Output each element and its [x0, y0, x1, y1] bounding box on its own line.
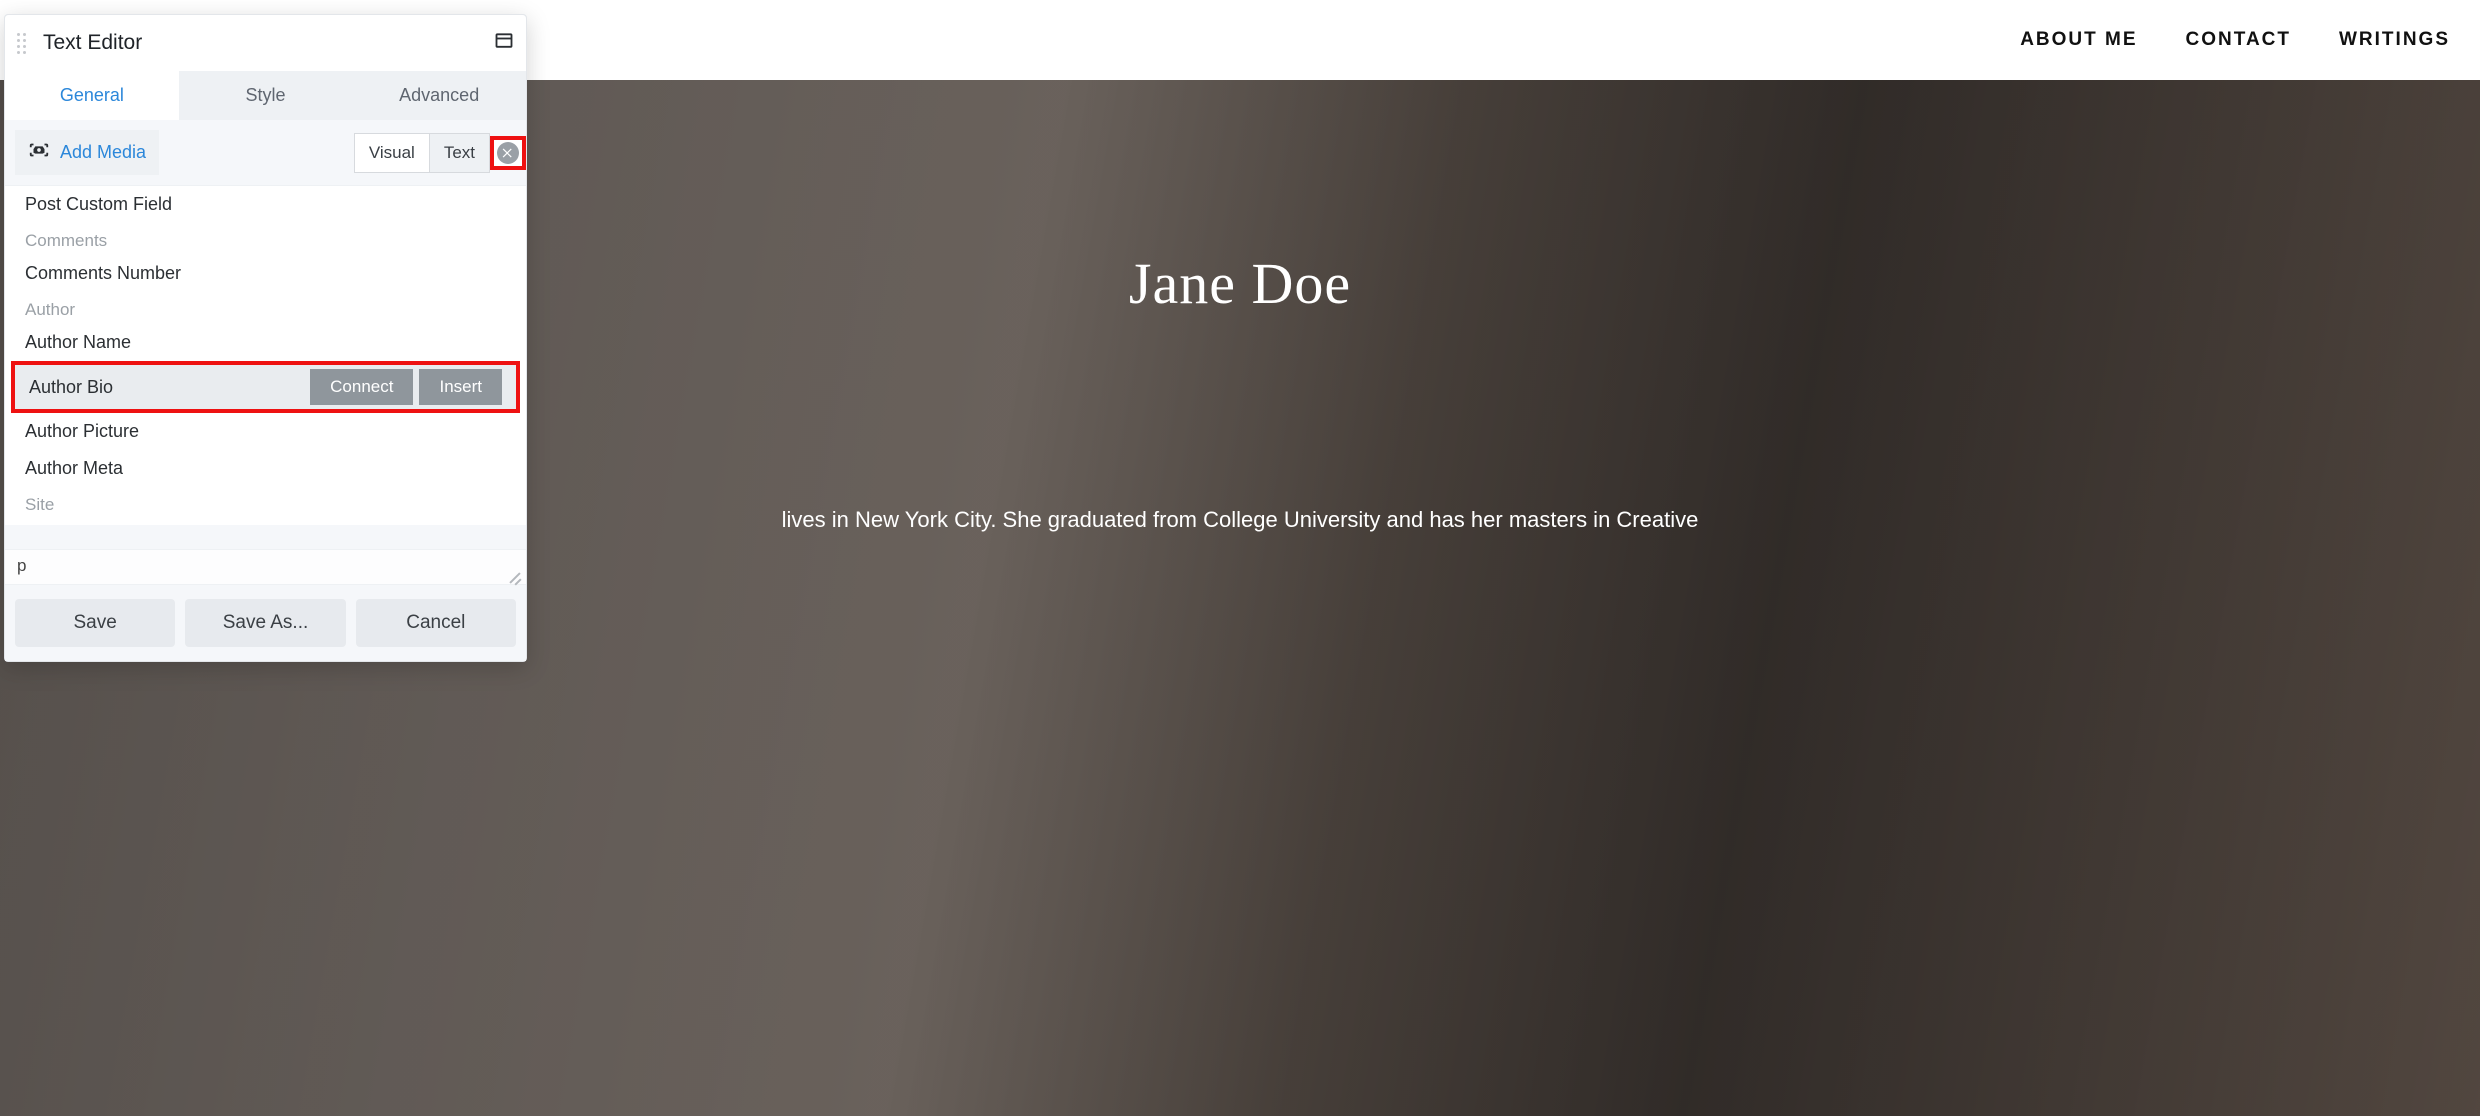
- add-media-label: Add Media: [60, 142, 146, 163]
- tab-advanced[interactable]: Advanced: [352, 71, 526, 120]
- editor-title: Text Editor: [39, 31, 484, 55]
- editor-header[interactable]: Text Editor: [5, 15, 526, 71]
- nav-writings[interactable]: WRITINGS: [2339, 29, 2450, 51]
- save-as-button[interactable]: Save As...: [185, 599, 345, 647]
- hero-title: Jane Doe: [1129, 250, 1351, 317]
- mode-visual-button[interactable]: Visual: [354, 133, 429, 173]
- cancel-button[interactable]: Cancel: [356, 599, 516, 647]
- tab-style[interactable]: Style: [179, 71, 353, 120]
- tab-general[interactable]: General: [5, 71, 179, 120]
- dd-item-comments-number[interactable]: Comments Number: [5, 255, 526, 292]
- editor-element-path[interactable]: p: [17, 556, 26, 575]
- dd-group-site: Site: [5, 487, 526, 519]
- add-media-button[interactable]: Add Media: [15, 130, 159, 175]
- dynamic-content-dropdown: Post Custom Field Comments Comments Numb…: [5, 185, 526, 525]
- insert-button[interactable]: Insert: [419, 369, 502, 405]
- dd-item-actions: Connect Insert: [310, 369, 502, 405]
- save-button[interactable]: Save: [15, 599, 175, 647]
- primary-nav: ABOUT ME CONTACT WRITINGS: [2020, 29, 2450, 51]
- editor-footer: Save Save As... Cancel: [5, 584, 526, 661]
- text-editor-panel: Text Editor General Style Advanced Add M…: [4, 14, 527, 662]
- connect-button[interactable]: Connect: [310, 369, 413, 405]
- dd-item-author-bio[interactable]: Author Bio Connect Insert: [11, 361, 520, 413]
- dd-item-author-picture[interactable]: Author Picture: [5, 413, 526, 450]
- dynamic-content-close-icon[interactable]: [497, 142, 519, 164]
- media-icon: [28, 139, 50, 166]
- dd-item-post-custom-field[interactable]: Post Custom Field: [5, 186, 526, 223]
- hero-subtext: lives in New York City. She graduated fr…: [762, 507, 1719, 533]
- nav-about-me[interactable]: ABOUT ME: [2020, 29, 2137, 51]
- dynamic-content-highlight: [490, 136, 526, 170]
- dd-group-author: Author: [5, 292, 526, 324]
- resize-grip-icon[interactable]: [508, 568, 522, 582]
- editor-path-row: p: [5, 549, 526, 584]
- nav-contact[interactable]: CONTACT: [2186, 29, 2291, 51]
- editor-tabs: General Style Advanced: [5, 71, 526, 120]
- editor-mode-toggle: Visual Text: [354, 133, 490, 173]
- dd-item-author-name[interactable]: Author Name: [5, 324, 526, 361]
- dd-group-comments: Comments: [5, 223, 526, 255]
- drag-handle-icon[interactable]: [17, 33, 29, 54]
- dd-item-site-title[interactable]: Site Title: [5, 519, 526, 525]
- dd-item-author-bio-label: Author Bio: [29, 377, 310, 398]
- editor-toolbar: Add Media Visual Text: [5, 120, 526, 185]
- mode-text-button[interactable]: Text: [429, 133, 490, 173]
- dd-item-author-meta[interactable]: Author Meta: [5, 450, 526, 487]
- window-mode-icon[interactable]: [494, 31, 514, 56]
